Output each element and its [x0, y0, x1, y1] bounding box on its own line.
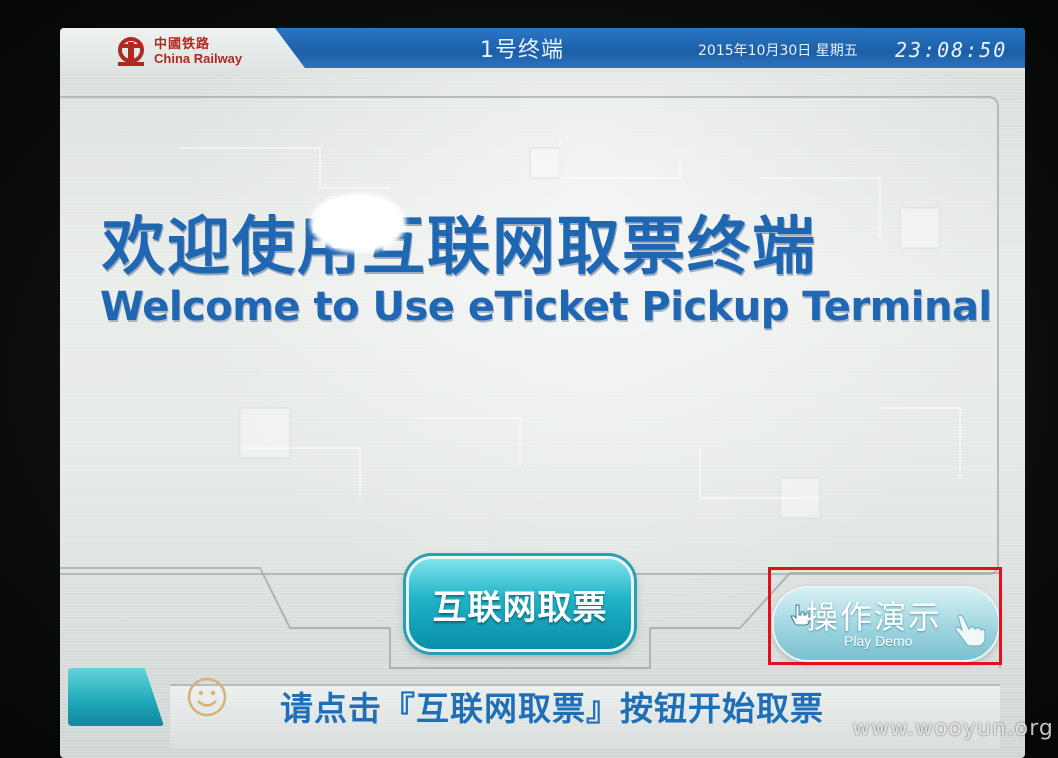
welcome-title-cn: 欢迎使用互联网取票终端 [102, 210, 817, 283]
clock: 23:08:50 [895, 38, 1008, 62]
kiosk-photo: 中國铁路 China Railway 1号终端 2015年10月30日 星期五 … [0, 0, 1058, 758]
welcome-title-en: Welcome to Use eTicket Pickup Terminal [100, 284, 992, 330]
play-demo-label-en: Play Demo [844, 633, 913, 649]
terminal-title: 1号终端 [480, 38, 564, 63]
date-label: 2015年10月30日 星期五 [698, 43, 858, 59]
redaction-blob [310, 193, 406, 253]
logo-text-cn: 中國铁路 [154, 37, 211, 52]
welcome-panel [60, 96, 999, 575]
kiosk-screen: 中國铁路 China Railway 1号终端 2015年10月30日 星期五 … [60, 28, 1025, 758]
china-railway-logo: 中國铁路 China Railway [114, 36, 242, 68]
logo-text: 中國铁路 China Railway [154, 38, 242, 66]
teal-corner-tab [68, 668, 164, 726]
touch-hand-icon [955, 614, 986, 647]
internet-pickup-label: 互联网取票 [432, 587, 608, 628]
instruction-text: 请点击『互联网取票』按钮开始取票 [280, 689, 824, 728]
internet-pickup-button[interactable]: 互联网取票 [406, 556, 634, 652]
watermark: www.wooyun.org [852, 716, 1054, 741]
smiley-icon [187, 677, 227, 717]
logo-text-en: China Railway [154, 51, 243, 66]
play-demo-button[interactable]: 操作演示 Play Demo [772, 586, 1000, 662]
play-demo-label-cn: 操作演示 [806, 598, 943, 636]
top-bar: 中國铁路 China Railway 1号终端 2015年10月30日 星期五 … [60, 28, 1025, 72]
railway-emblem-icon [118, 37, 144, 66]
